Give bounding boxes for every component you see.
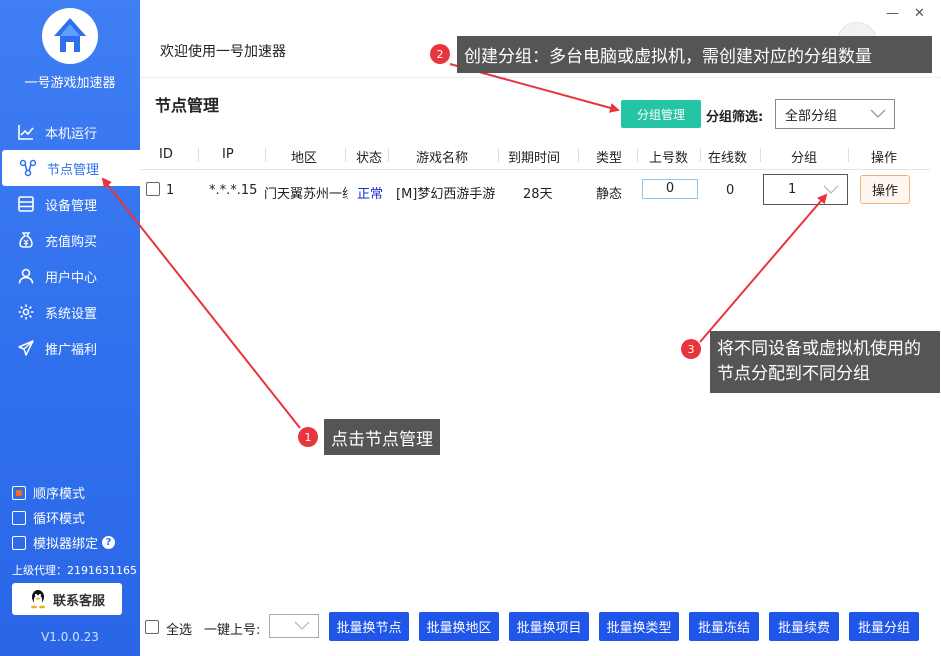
cell-id: 1: [166, 183, 175, 198]
sidebar-item-recharge[interactable]: 充值购买: [0, 222, 140, 258]
list-icon: [16, 194, 36, 214]
loop-mode-option[interactable]: 循环模式: [12, 505, 115, 530]
column-header-game: 游戏名称: [416, 151, 469, 166]
sidebar-item-label: 充值购买: [45, 234, 98, 250]
sidebar-item-label: 用户中心: [45, 270, 98, 286]
paper-plane-icon: [16, 338, 36, 358]
contact-service-button[interactable]: 联系客服: [12, 583, 122, 615]
sidebar-item-user-center[interactable]: 用户中心: [0, 258, 140, 294]
batch-change-type-button[interactable]: 批量换类型: [599, 612, 679, 641]
sidebar-item-promotion[interactable]: 推广福利: [0, 330, 140, 366]
column-header-status: 状态: [356, 151, 383, 166]
sidebar-item-label: 本机运行: [45, 126, 98, 142]
app-version: V1.0.0.23: [41, 630, 99, 644]
sidebar-item-label: 节点管理: [47, 162, 100, 178]
chevron-down-icon: [870, 109, 886, 118]
app-window: 一号游戏加速器 本机运行 节点管理 设备管理 充值购买 用户中心 系统设置 推广…: [0, 0, 941, 656]
sequential-mode-checkbox[interactable]: [12, 485, 26, 500]
row-action-button[interactable]: 操作: [860, 175, 910, 204]
contact-service-label: 联系客服: [52, 593, 105, 609]
sidebar-item-label: 推广福利: [45, 342, 98, 358]
sequential-mode-option[interactable]: 顺序模式: [12, 480, 115, 505]
agent-info: 上级代理：2191631165: [12, 564, 137, 577]
batch-toolbar: 全选 一键上号: 批量换节点 批量换地区 批量换项目 批量换类型 批量冻结 批量…: [140, 610, 941, 644]
column-header-online: 在线数: [708, 151, 748, 166]
group-filter-select[interactable]: 全部分组: [775, 99, 895, 129]
column-header-expire: 到期时间: [508, 151, 561, 166]
cell-type: 静态: [596, 187, 623, 202]
batch-group-button[interactable]: 批量分组: [849, 612, 919, 641]
qq-penguin-icon: [29, 589, 47, 609]
column-header-action: 操作: [871, 151, 898, 166]
sidebar-item-device-manage[interactable]: 设备管理: [0, 186, 140, 222]
row-checkbox[interactable]: [146, 182, 160, 196]
sidebar: 一号游戏加速器 本机运行 节点管理 设备管理 充值购买 用户中心 系统设置 推广…: [0, 0, 140, 656]
annotation-tip-1: 点击节点管理: [324, 419, 440, 455]
emulator-bind-checkbox[interactable]: [12, 535, 26, 550]
cell-ip: *.*.*.15: [209, 183, 258, 198]
cell-region: 门天翼苏州一线: [264, 187, 348, 202]
app-name: 一号游戏加速器: [24, 76, 116, 91]
money-bag-icon: [16, 230, 36, 250]
annotation-marker-1: 1: [298, 427, 318, 447]
batch-change-project-button[interactable]: 批量换项目: [509, 612, 589, 641]
help-icon[interactable]: ?: [102, 536, 116, 549]
cell-status: 正常: [357, 187, 384, 202]
user-icon: [16, 266, 36, 286]
app-logo: [42, 8, 98, 64]
annotation-marker-2: 2: [430, 44, 450, 64]
chevron-down-icon: [823, 185, 839, 194]
sidebar-item-label: 设备管理: [45, 198, 98, 214]
sidebar-item-label: 系统设置: [45, 306, 98, 322]
group-filter-label: 分组筛选:: [706, 110, 764, 125]
table-header: ID IP 地区 状态 游戏名称 到期时间 类型 上号数 在线数 分组 操作: [140, 140, 930, 170]
select-all-label: 全选: [166, 623, 193, 638]
annotation-tip-3: 将不同设备或虚拟机使用的节点分配到不同分组: [710, 331, 940, 393]
cell-online: 0: [726, 183, 735, 198]
cell-expire: 28天: [523, 187, 553, 202]
login-count-input[interactable]: 0: [642, 179, 698, 199]
column-header-group: 分组: [791, 151, 818, 166]
column-header-region: 地区: [291, 151, 318, 166]
column-header-login-count: 上号数: [649, 151, 689, 166]
nodes-icon: [18, 158, 38, 178]
one-key-select[interactable]: [269, 614, 319, 638]
loop-mode-checkbox[interactable]: [12, 510, 26, 525]
group-manage-button[interactable]: 分组管理: [621, 100, 701, 128]
column-header-ip: IP: [222, 147, 234, 162]
page-title: 节点管理: [155, 96, 220, 115]
table-row: 1 *.*.*.15 门天翼苏州一线 正常 [M]梦幻西游手游 28天 静态 0…: [140, 171, 930, 209]
close-button[interactable]: ✕: [914, 6, 925, 21]
mode-label: 循环模式: [33, 512, 86, 527]
row-group-select[interactable]: 1: [763, 174, 848, 205]
mode-label: 模拟器绑定: [33, 537, 99, 552]
annotation-tip-2: 创建分组：多台电脑或虚拟机，需创建对应的分组数量: [457, 36, 932, 73]
chart-line-icon: [16, 122, 36, 142]
minimize-button[interactable]: —: [886, 6, 899, 21]
column-header-type: 类型: [596, 151, 623, 166]
column-header-id: ID: [159, 147, 173, 162]
gear-icon: [16, 302, 36, 322]
annotation-marker-3: 3: [681, 339, 701, 359]
welcome-text: 欢迎使用一号加速器: [160, 44, 286, 60]
mode-options: 顺序模式 循环模式 模拟器绑定 ?: [12, 480, 116, 555]
row-group-value: 1: [788, 182, 797, 197]
chevron-down-icon: [294, 621, 310, 630]
emulator-bind-option[interactable]: 模拟器绑定 ?: [12, 530, 116, 555]
one-key-label: 一键上号:: [204, 623, 261, 638]
batch-change-node-button[interactable]: 批量换节点: [329, 612, 409, 641]
mode-label: 顺序模式: [33, 487, 86, 502]
sidebar-item-settings[interactable]: 系统设置: [0, 294, 140, 330]
sidebar-item-node-manage[interactable]: 节点管理: [2, 150, 140, 186]
batch-renew-button[interactable]: 批量续费: [769, 612, 839, 641]
sidebar-item-local-run[interactable]: 本机运行: [0, 114, 140, 150]
select-all-checkbox[interactable]: [145, 620, 159, 634]
sidebar-nav: 本机运行 节点管理 设备管理 充值购买 用户中心 系统设置 推广福利: [0, 114, 140, 366]
batch-freeze-button[interactable]: 批量冻结: [689, 612, 759, 641]
cell-game: [M]梦幻西游手游: [396, 187, 496, 202]
batch-change-region-button[interactable]: 批量换地区: [419, 612, 499, 641]
group-filter-value: 全部分组: [785, 108, 838, 124]
